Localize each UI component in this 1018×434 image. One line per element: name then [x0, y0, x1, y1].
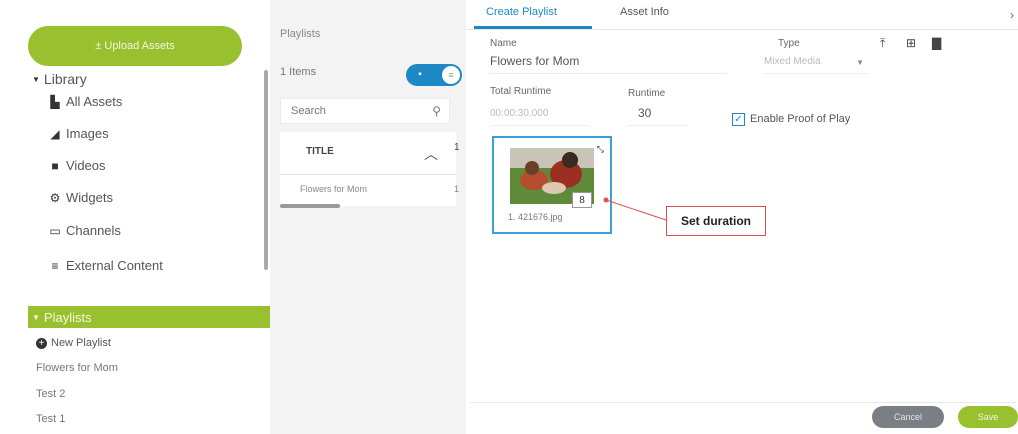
divider [470, 402, 1016, 403]
search-input[interactable] [281, 99, 421, 123]
name-field[interactable]: Flowers for Mom [490, 54, 726, 74]
library-sidebar: ± Upload Assets ▼ Library ▙ All Assets ◢… [8, 0, 270, 434]
video-icon: ■ [51, 158, 59, 173]
chevron-up-icon[interactable]: ︿ [424, 144, 438, 164]
playlist-table: TITLE ︿ 1 Flowers for Mom 1 [280, 132, 460, 206]
sidebar-scrollbar[interactable] [264, 70, 268, 270]
new-playlist-label: New Playlist [51, 337, 111, 349]
sidebar-item-label: All Assets [66, 94, 123, 109]
duration-input[interactable] [572, 192, 592, 208]
type-label: Type [778, 38, 800, 49]
sidebar-item-external-content[interactable]: ≡ External Content [48, 258, 163, 273]
search-box: ⚲ [280, 98, 450, 124]
caret-down-icon: ▼ [32, 312, 40, 322]
sidebar-item-label: Videos [66, 158, 106, 173]
divider [466, 29, 1018, 30]
cancel-button[interactable]: Cancel [872, 406, 944, 428]
upload-assets-button[interactable]: ± Upload Assets [28, 26, 242, 66]
gear-icon: ⚙ [49, 190, 61, 205]
sidebar-item-channels[interactable]: ▭ Channels [48, 223, 121, 238]
table-cell: 1 [454, 184, 460, 194]
add-to-list-icon[interactable]: ⊞ [906, 36, 916, 50]
playlists-section-header[interactable]: ▼ Playlists [28, 306, 270, 328]
dropdown-arrow-icon: ▼ [856, 58, 864, 67]
panel-title: Playlists [280, 28, 321, 40]
new-playlist-button[interactable]: + New Playlist [36, 337, 111, 349]
type-select[interactable]: Mixed Media ▼ [764, 56, 868, 74]
monitor-icon: ▭ [49, 223, 61, 238]
sidebar-item-label: Images [66, 126, 109, 141]
type-value: Mixed Media [764, 56, 821, 67]
playlist-item-test-2[interactable]: Test 2 [36, 388, 65, 400]
expand-icon[interactable]: ⤡ [597, 144, 604, 155]
playlist-item-flowers-for-mom[interactable]: Flowers for Mom [36, 362, 118, 374]
tab-asset-info[interactable]: Asset Info [620, 6, 669, 18]
sidebar-item-videos[interactable]: ■ Videos [48, 158, 106, 173]
runtime-field[interactable]: 30 [628, 106, 688, 126]
playlists-label: Playlists [43, 309, 92, 325]
plus-circle-icon: + [36, 337, 47, 349]
trash-icon[interactable]: ▇ [932, 36, 941, 50]
playlists-list-panel: Playlists 1 Items ▪ ≡ ⚲ TITLE ︿ 1 Flower… [270, 0, 466, 434]
name-label: Name [490, 38, 517, 49]
total-runtime-label: Total Runtime [490, 86, 552, 97]
sidebar-item-label: Widgets [66, 190, 113, 205]
divider [280, 174, 456, 175]
playlist-editor: Create Playlist Asset Info › Name Flower… [466, 0, 1018, 434]
total-runtime-value: 00:00:30.000 [490, 108, 590, 126]
search-icon[interactable]: ⚲ [432, 104, 441, 118]
playlist-asset-card[interactable]: ⤡ 1. 421676.jpg [492, 136, 612, 234]
column-header-title[interactable]: TITLE [306, 146, 334, 157]
runtime-label: Runtime [628, 88, 666, 99]
column-header-extra: 1 [454, 142, 460, 153]
horizontal-scrollbar[interactable] [280, 204, 340, 208]
proof-of-play-checkbox[interactable]: ✓ [732, 113, 745, 126]
caret-down-icon: ▼ [32, 74, 40, 84]
save-button[interactable]: Save [958, 406, 1018, 428]
playlist-item-test-1[interactable]: Test 1 [36, 413, 65, 425]
tab-create-playlist[interactable]: Create Playlist [486, 6, 557, 18]
close-icon[interactable]: › [1010, 8, 1014, 22]
library-label: Library [43, 71, 87, 87]
document-icon: ▙ [50, 94, 60, 109]
library-section-header[interactable]: ▼ Library [32, 71, 87, 87]
sidebar-item-label: External Content [66, 258, 163, 273]
grid-view-icon[interactable]: ▪ [414, 69, 426, 81]
upload-icon[interactable]: ⤒ [880, 36, 885, 51]
view-toggle[interactable]: ▪ ≡ [406, 64, 462, 86]
list-view-icon[interactable]: ≡ [442, 66, 460, 84]
table-row[interactable]: Flowers for Mom [300, 184, 367, 194]
set-duration-callout: Set duration [666, 206, 766, 236]
sidebar-item-all-assets[interactable]: ▙ All Assets [48, 94, 122, 109]
sidebar-item-widgets[interactable]: ⚙ Widgets [48, 190, 113, 205]
item-count: 1 Items [280, 66, 317, 78]
external-content-icon: ≡ [51, 258, 59, 273]
sidebar-item-label: Channels [66, 223, 121, 238]
proof-of-play-label: Enable Proof of Play [750, 113, 851, 125]
sidebar-item-images[interactable]: ◢ Images [48, 126, 109, 141]
image-icon: ◢ [50, 126, 60, 141]
asset-caption: 1. 421676.jpg [508, 212, 563, 222]
